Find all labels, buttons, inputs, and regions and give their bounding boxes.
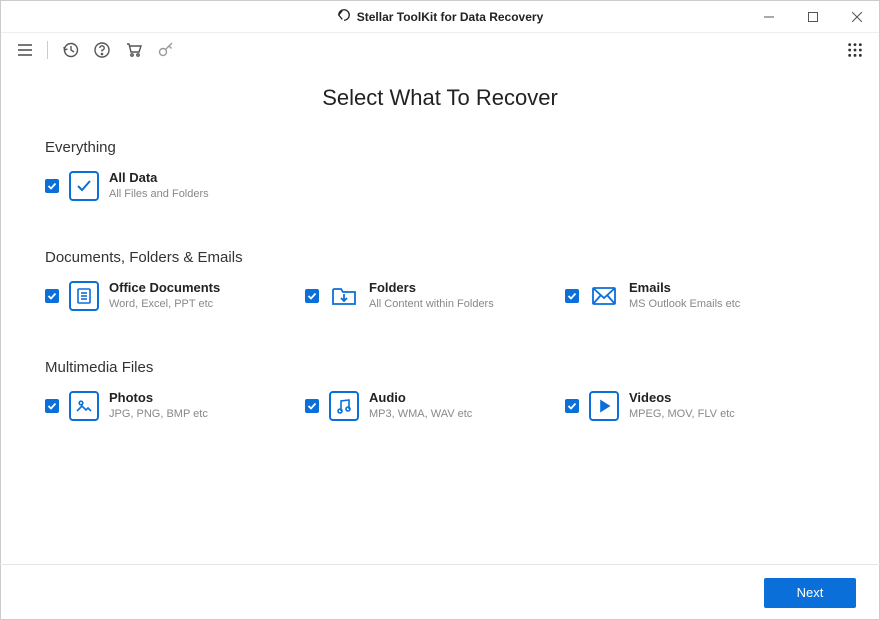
folder-icon (329, 281, 359, 311)
key-icon[interactable] (154, 38, 178, 62)
option-title: Emails (629, 280, 740, 297)
option-title: Videos (629, 390, 735, 407)
window-title: Stellar ToolKit for Data Recovery (357, 10, 544, 24)
section-header-everything: Everything (45, 139, 835, 156)
option-office-documents: Office Documents Word, Excel, PPT etc (45, 280, 305, 311)
checkbox-folders[interactable] (305, 289, 319, 303)
option-audio: Audio MP3, WMA, WAV etc (305, 390, 565, 421)
option-all-data: All Data All Files and Folders (45, 170, 305, 201)
titlebar: Stellar ToolKit for Data Recovery (1, 1, 879, 33)
maximize-button[interactable] (791, 1, 835, 33)
app-back-icon (337, 8, 351, 25)
option-videos: Videos MPEG, MOV, FLV etc (565, 390, 825, 421)
apps-icon[interactable] (843, 38, 867, 62)
option-title: Photos (109, 390, 208, 407)
window-controls (747, 1, 879, 33)
email-icon (589, 281, 619, 311)
photo-icon (69, 391, 99, 421)
section-media: Multimedia Files Photos JPG, PNG, BMP et… (45, 359, 835, 421)
checkbox-audio[interactable] (305, 399, 319, 413)
section-header-docs: Documents, Folders & Emails (45, 249, 835, 266)
section-everything: Everything All Data All Files and Folder… (45, 139, 835, 201)
cart-icon[interactable] (122, 38, 146, 62)
history-icon[interactable] (58, 38, 82, 62)
option-sub: MS Outlook Emails etc (629, 297, 740, 311)
option-photos: Photos JPG, PNG, BMP etc (45, 390, 305, 421)
checkbox-photos[interactable] (45, 399, 59, 413)
section-header-media: Multimedia Files (45, 359, 835, 376)
option-sub: Word, Excel, PPT etc (109, 297, 220, 311)
option-sub: All Files and Folders (109, 187, 209, 201)
checkbox-emails[interactable] (565, 289, 579, 303)
toolbar-divider (47, 41, 48, 59)
page-title: Select What To Recover (45, 85, 835, 111)
option-sub: MPEG, MOV, FLV etc (629, 407, 735, 421)
option-sub: All Content within Folders (369, 297, 494, 311)
video-icon (589, 391, 619, 421)
audio-icon (329, 391, 359, 421)
option-title: All Data (109, 170, 209, 187)
close-button[interactable] (835, 1, 879, 33)
menu-icon[interactable] (13, 38, 37, 62)
footer: Next (0, 564, 880, 620)
toolbar (1, 33, 879, 67)
checkbox-office[interactable] (45, 289, 59, 303)
next-button[interactable]: Next (764, 578, 856, 608)
window-title-wrap: Stellar ToolKit for Data Recovery (337, 8, 544, 25)
minimize-button[interactable] (747, 1, 791, 33)
checkbox-all-data[interactable] (45, 179, 59, 193)
option-sub: JPG, PNG, BMP etc (109, 407, 208, 421)
option-folders: Folders All Content within Folders (305, 280, 565, 311)
option-title: Audio (369, 390, 472, 407)
help-icon[interactable] (90, 38, 114, 62)
option-title: Office Documents (109, 280, 220, 297)
option-title: Folders (369, 280, 494, 297)
checkbox-videos[interactable] (565, 399, 579, 413)
section-docs: Documents, Folders & Emails Office Docum… (45, 249, 835, 311)
all-data-icon (69, 171, 99, 201)
document-icon (69, 281, 99, 311)
main-content: Select What To Recover Everything All Da… (1, 67, 879, 422)
option-emails: Emails MS Outlook Emails etc (565, 280, 825, 311)
option-sub: MP3, WMA, WAV etc (369, 407, 472, 421)
